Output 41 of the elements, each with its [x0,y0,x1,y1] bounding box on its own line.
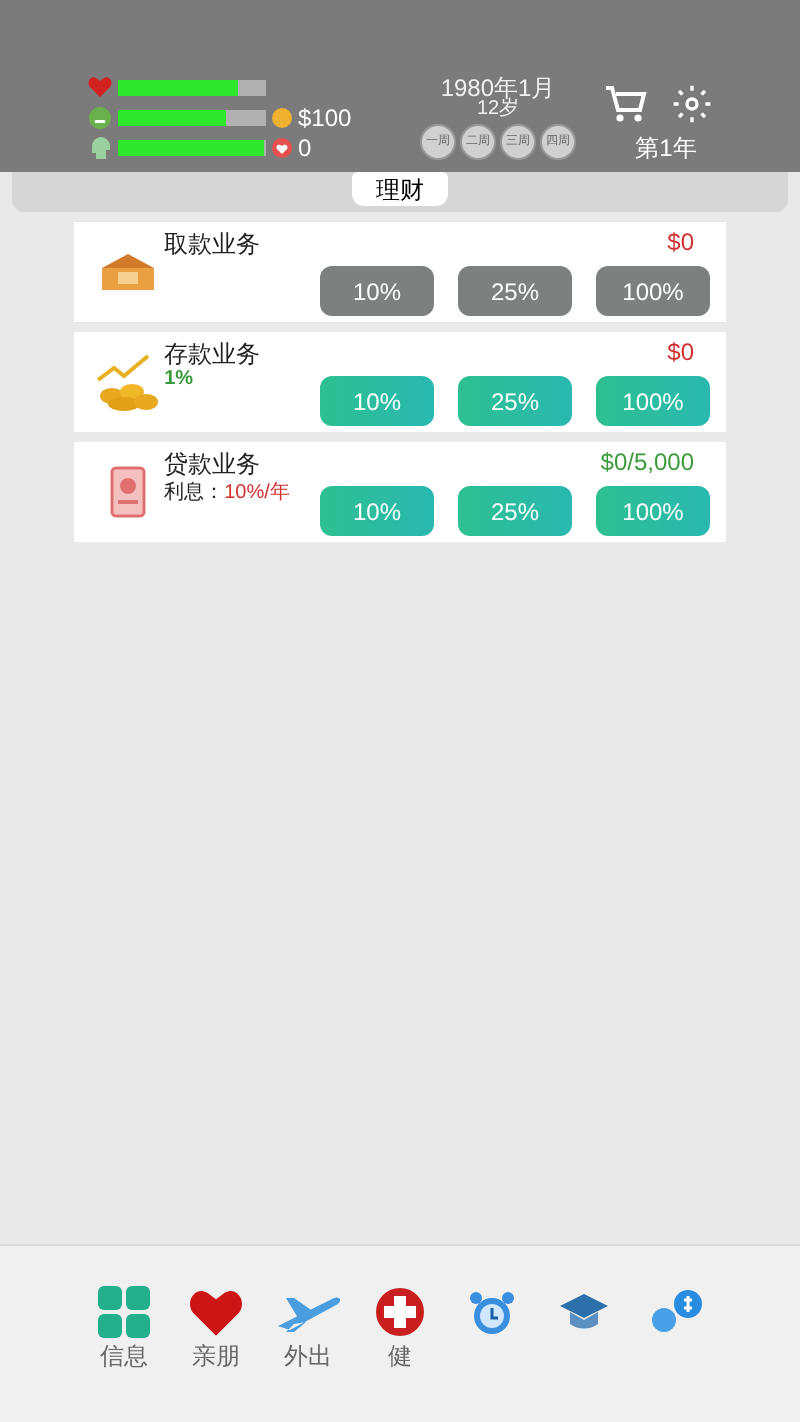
amount-text: $0 [667,228,694,256]
heart-badge-icon [272,137,292,157]
percent-button[interactable]: 25% [458,486,572,536]
head-icon [88,134,112,160]
nav-item[interactable]: 信息 [92,1286,156,1368]
document-icon [105,464,150,520]
cart-icon[interactable] [604,84,648,124]
date-text: 1980年1月 [440,76,556,100]
percent-button[interactable]: 10% [320,486,434,536]
percent-button[interactable]: 100% [596,376,710,426]
interest-text: 10%/年 [224,482,290,506]
face-icon [88,105,112,129]
percent-button[interactable]: 10% [320,376,434,426]
nav-item[interactable]: 健 [368,1286,432,1368]
card-title: 取款业务 [164,230,263,258]
settings-icon[interactable] [672,84,712,124]
percent-button[interactable]: 25% [458,376,572,426]
card-title: 存款业务 [164,340,263,368]
coins-icon [648,1290,704,1334]
stat-value: 0 [298,135,312,159]
tab[interactable]: 理财 [352,172,448,206]
amount-text: $0 [667,338,694,366]
coin-icon [272,107,292,127]
heart-icon [188,1287,244,1337]
rate-text: 1% [164,368,196,392]
rising-coins-icon [95,352,160,412]
nav-item[interactable]: 外出 [276,1286,340,1368]
alarm-clock-icon [468,1290,516,1334]
grid-icon [98,1286,150,1338]
age-text: 12岁 [476,100,520,120]
graduation-cap-icon [558,1292,610,1332]
interest-label: 利息： [164,482,225,506]
year-text: 第1年 [635,136,697,160]
heart-icon [88,76,112,98]
medical-cross-icon [374,1286,426,1338]
bank-icon [97,252,158,292]
card-title: 贷款业务 [164,450,263,478]
stat-value: $100 [298,105,352,129]
amount-text: $0/5,000 [600,448,694,476]
nav-item[interactable]: 亲朋 [184,1286,248,1368]
percent-button[interactable]: 100% [596,486,710,536]
